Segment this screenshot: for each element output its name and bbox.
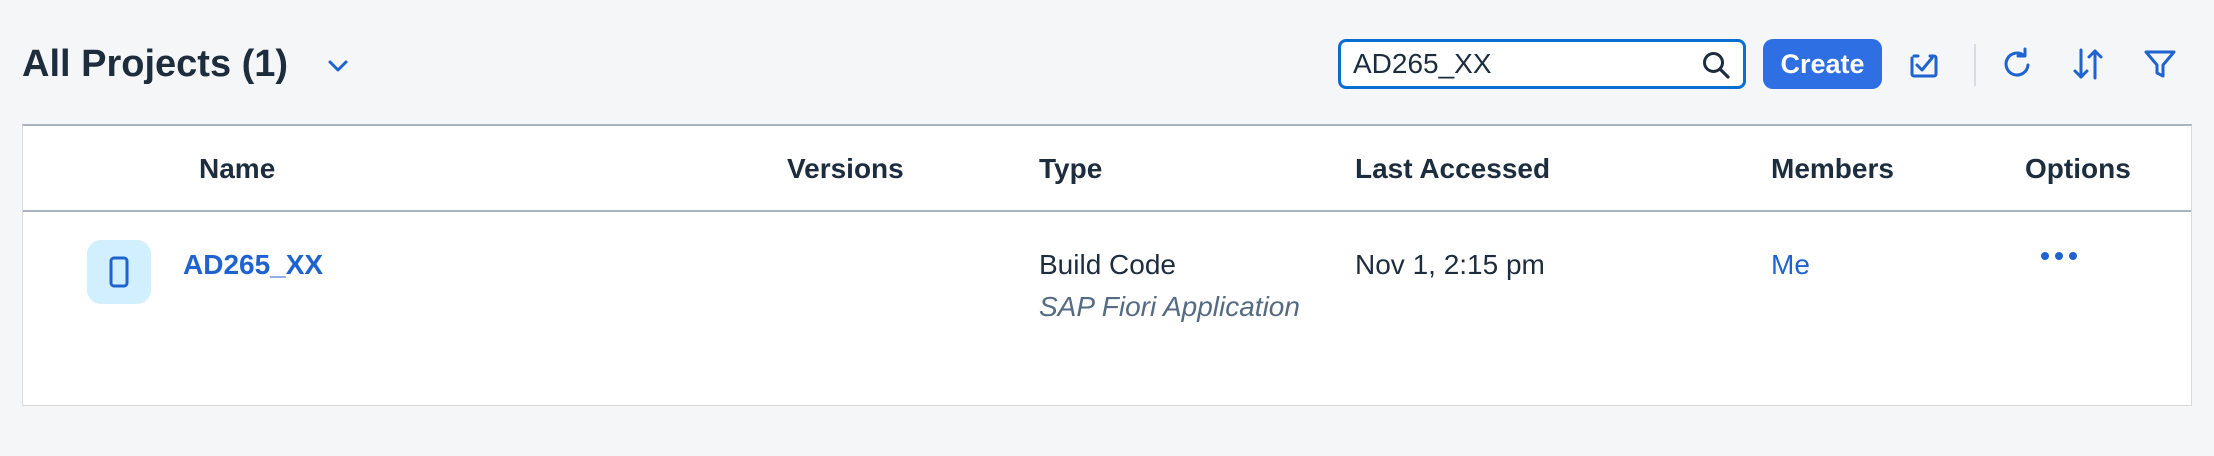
project-type: Build Code xyxy=(1039,249,1176,280)
column-header-name[interactable]: Name xyxy=(199,152,275,186)
table-header: Name Versions Type Last Accessed Members… xyxy=(23,126,2191,212)
page-title: All Projects (1) xyxy=(22,43,289,85)
search-icon[interactable] xyxy=(1701,50,1731,80)
column-header-options: Options xyxy=(2025,153,2131,184)
more-options-icon[interactable] xyxy=(2037,244,2081,268)
project-last-accessed: Nov 1, 2:15 pm xyxy=(1355,249,1545,280)
column-header-versions[interactable]: Versions xyxy=(787,152,904,186)
import-icon[interactable] xyxy=(1904,44,1944,84)
toolbar-separator xyxy=(1974,44,1976,86)
column-header-members[interactable]: Members xyxy=(1771,152,1894,186)
mobile-device-icon xyxy=(109,256,129,288)
project-name-link[interactable]: AD265_XX xyxy=(183,248,323,282)
create-button[interactable]: Create xyxy=(1763,39,1882,89)
search-field[interactable] xyxy=(1338,39,1746,89)
sort-icon[interactable] xyxy=(2068,44,2108,84)
filter-icon[interactable] xyxy=(2140,44,2180,84)
projects-table: Name Versions Type Last Accessed Members… xyxy=(22,124,2192,406)
project-members-link[interactable]: Me xyxy=(1771,248,1810,282)
page-header: All Projects (1) Create xyxy=(0,0,2214,124)
project-icon-tile xyxy=(87,240,151,304)
project-type-subtitle: SAP Fiori Application xyxy=(1039,291,1300,322)
chevron-down-icon[interactable] xyxy=(322,50,354,82)
refresh-icon[interactable] xyxy=(1997,44,2037,84)
column-header-type[interactable]: Type xyxy=(1039,152,1102,186)
search-input[interactable] xyxy=(1353,42,1683,86)
table-row[interactable]: AD265_XX Build Code SAP Fiori Applicatio… xyxy=(23,212,2191,406)
column-header-last-accessed[interactable]: Last Accessed xyxy=(1355,152,1550,186)
